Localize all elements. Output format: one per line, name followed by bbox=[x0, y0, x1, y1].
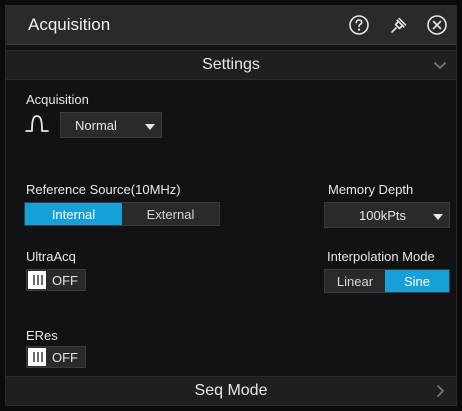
interpolation-option-linear[interactable]: Linear bbox=[325, 270, 385, 292]
acquisition-panel: Acquisition Settings Acquisition Normal bbox=[5, 5, 457, 406]
help-circle-icon[interactable] bbox=[348, 14, 370, 36]
acquisition-label: Acquisition bbox=[26, 92, 89, 107]
memory-depth-dropdown[interactable]: 100kPts bbox=[324, 202, 450, 228]
seq-mode-section-label: Seq Mode bbox=[194, 382, 268, 399]
reference-source-option-internal[interactable]: Internal bbox=[25, 203, 122, 225]
toggle-knob bbox=[28, 271, 46, 289]
settings-section-label: Settings bbox=[202, 56, 260, 73]
pin-icon[interactable] bbox=[388, 14, 410, 36]
ultraacq-toggle[interactable]: OFF bbox=[26, 269, 86, 291]
pulse-icon bbox=[25, 115, 49, 132]
reference-source-option-external[interactable]: External bbox=[122, 203, 219, 225]
toggle-knob bbox=[28, 348, 46, 366]
close-circle-icon[interactable] bbox=[426, 14, 448, 36]
ultraacq-label: UltraAcq bbox=[26, 249, 76, 264]
panel-title: Acquisition bbox=[28, 15, 111, 34]
chevron-right-icon bbox=[437, 385, 444, 397]
acquisition-mode-value: Normal bbox=[75, 118, 117, 133]
reference-source-toggle: Internal External bbox=[24, 202, 220, 226]
interpolation-mode-label: Interpolation Mode bbox=[327, 249, 435, 264]
interpolation-mode-toggle: Linear Sine bbox=[324, 269, 450, 293]
eres-state: OFF bbox=[52, 349, 78, 365]
caret-down-icon bbox=[145, 124, 155, 130]
memory-depth-label: Memory Depth bbox=[328, 182, 414, 197]
chevron-down-icon bbox=[434, 62, 446, 69]
title-bar: Acquisition bbox=[6, 6, 456, 45]
settings-section-header[interactable]: Settings bbox=[6, 50, 456, 80]
caret-down-icon bbox=[433, 214, 443, 220]
memory-depth-value: 100kPts bbox=[359, 208, 406, 223]
ultraacq-state: OFF bbox=[52, 272, 78, 288]
interpolation-option-sine[interactable]: Sine bbox=[385, 270, 449, 292]
eres-label: ERes bbox=[26, 328, 58, 343]
acquisition-mode-dropdown[interactable]: Normal bbox=[60, 112, 162, 138]
reference-source-label: Reference Source(10MHz) bbox=[26, 182, 181, 197]
seq-mode-section-header[interactable]: Seq Mode bbox=[6, 376, 456, 406]
eres-toggle[interactable]: OFF bbox=[26, 346, 86, 368]
